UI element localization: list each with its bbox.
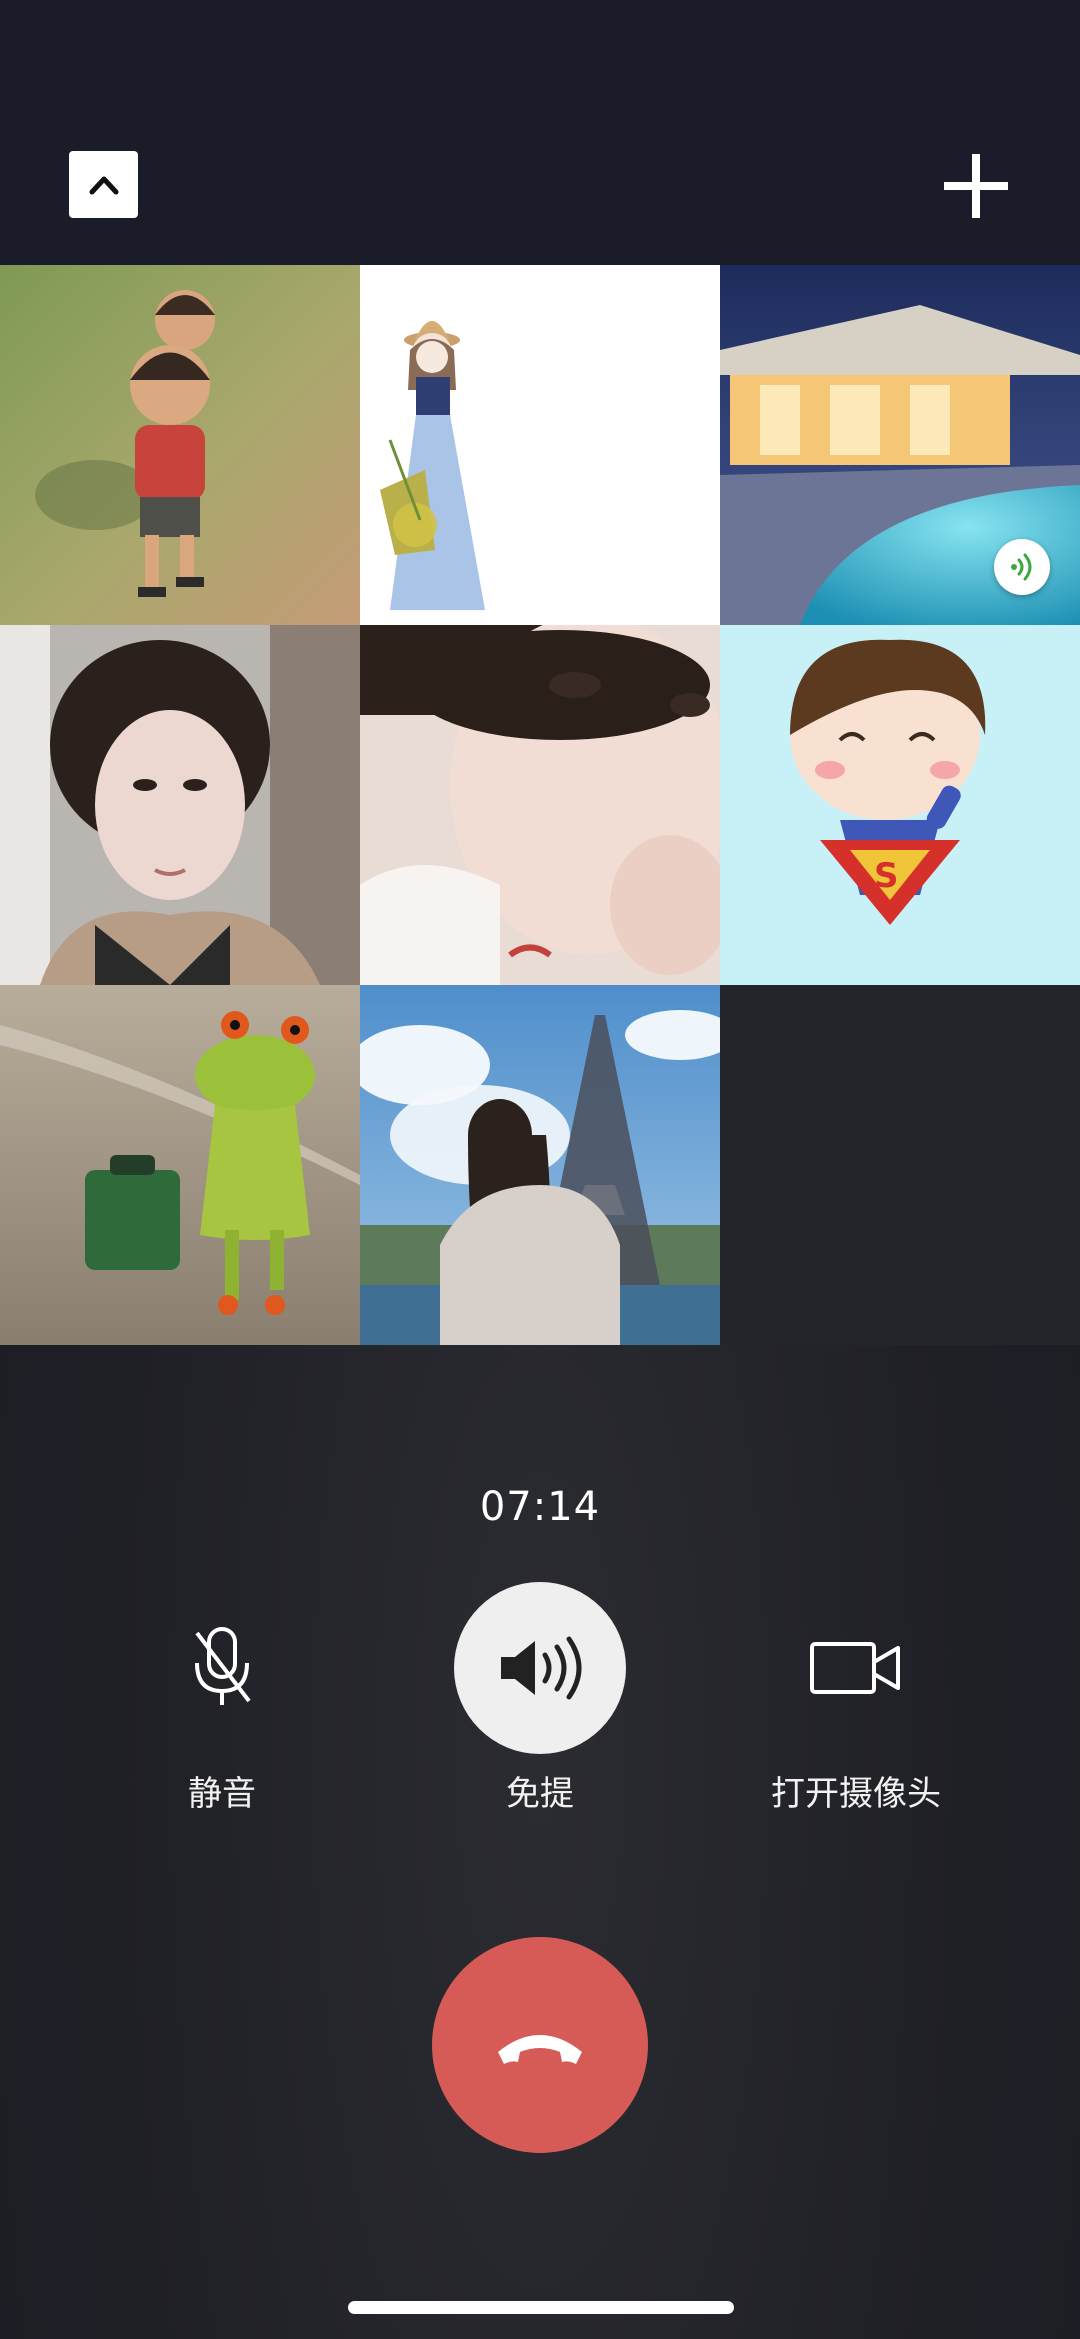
- chevron-up-icon: [89, 176, 118, 194]
- camera-icon-wrap[interactable]: [770, 1582, 942, 1754]
- participant-tile[interactable]: [0, 265, 360, 625]
- speaker-label: 免提: [506, 1774, 574, 1814]
- empty-participant-slot: [720, 985, 1080, 1345]
- mute-label: 静音: [188, 1774, 256, 1814]
- avatar-girl-selfie: [360, 625, 720, 985]
- video-camera-icon: [810, 1642, 900, 1694]
- hang-up-icon: [498, 2035, 582, 2064]
- hang-up-button[interactable]: [432, 1937, 648, 2153]
- avatar-superman-boy-cartoon: S: [720, 625, 1080, 985]
- collapse-button[interactable]: [69, 151, 138, 218]
- avatar-illustrated-girl-with-hat: [360, 265, 720, 625]
- call-duration: 07:14: [479, 1484, 601, 1530]
- speaker-button[interactable]: 免提: [410, 1582, 670, 1815]
- add-participant-button[interactable]: [940, 150, 1012, 222]
- avatar-woman-selfie: [0, 625, 360, 985]
- participant-tile[interactable]: [360, 985, 720, 1345]
- avatar-cartoon-two-boys: [0, 265, 360, 625]
- top-bar: [0, 0, 1080, 265]
- plus-icon: [944, 154, 1008, 218]
- participant-tile[interactable]: [0, 625, 360, 985]
- avatar-frog-figurine: [0, 985, 360, 1345]
- home-indicator[interactable]: [348, 2301, 734, 2314]
- participant-tile[interactable]: [360, 625, 720, 985]
- camera-button[interactable]: 打开摄像头: [726, 1582, 986, 1815]
- participant-tile[interactable]: [0, 985, 360, 1345]
- mute-icon-wrap[interactable]: [136, 1582, 308, 1754]
- participant-tile[interactable]: S: [720, 625, 1080, 985]
- participant-tile[interactable]: [720, 265, 1080, 625]
- microphone-icon: [195, 1627, 251, 1705]
- avatar-girl-eiffel-tower: [360, 985, 720, 1345]
- mute-button[interactable]: 静音: [92, 1582, 352, 1815]
- svg-text:S: S: [874, 856, 899, 896]
- camera-label: 打开摄像头: [771, 1774, 941, 1814]
- speaker-icon: [501, 1636, 582, 1700]
- speaker-icon-wrap[interactable]: [454, 1582, 626, 1754]
- speaking-indicator: [994, 539, 1050, 595]
- participant-grid: S: [0, 265, 1080, 1345]
- speaking-indicator-icon: [1011, 553, 1032, 581]
- participant-tile[interactable]: [360, 265, 720, 625]
